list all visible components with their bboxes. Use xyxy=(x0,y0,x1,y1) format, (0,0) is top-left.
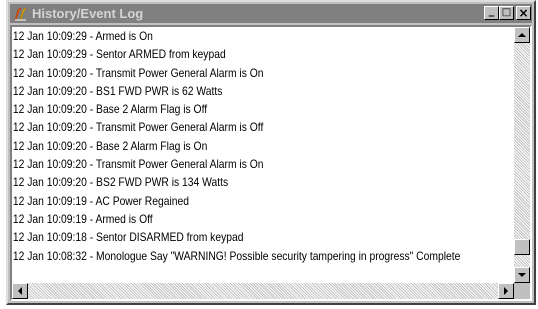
log-entry[interactable]: 12 Jan 10:09:20 - BS2 FWD PWR is 134 Wat… xyxy=(12,173,444,191)
minimize-icon: _ xyxy=(488,3,495,17)
log-entry[interactable]: 12 Jan 10:09:20 - Transmit Power General… xyxy=(12,64,444,82)
arrow-right-icon xyxy=(504,287,508,295)
vertical-scroll-thumb[interactable] xyxy=(514,239,530,255)
pen-tool-icon xyxy=(12,6,28,22)
window-title: History/Event Log xyxy=(32,6,144,21)
log-entry[interactable]: 12 Jan 10:08:32 - Monologue Say "WARNING… xyxy=(12,247,460,265)
scroll-up-button[interactable] xyxy=(514,27,530,43)
minimize-button[interactable]: _ xyxy=(484,3,499,20)
title-bar[interactable]: History/Event Log _ □ × xyxy=(10,4,532,23)
log-entry[interactable]: 12 Jan 10:09:20 - Transmit Power General… xyxy=(12,118,444,136)
horizontal-scrollbar[interactable] xyxy=(12,283,514,299)
event-log-list[interactable]: 12 Jan 10:09:29 - Armed is On 12 Jan 10:0… xyxy=(12,27,514,283)
close-icon: × xyxy=(518,6,529,20)
scroll-left-button[interactable] xyxy=(12,283,28,299)
scroll-down-button[interactable] xyxy=(514,267,530,283)
maximize-button[interactable]: □ xyxy=(499,6,514,20)
vertical-scrollbar[interactable] xyxy=(514,27,530,283)
maximize-icon: □ xyxy=(501,7,512,18)
log-entry[interactable]: 12 Jan 10:09:20 - Base 2 Alarm Flag is O… xyxy=(12,100,444,118)
arrow-down-icon xyxy=(518,273,526,277)
log-client-area: 12 Jan 10:09:29 - Armed is On 12 Jan 10:0… xyxy=(10,25,532,301)
log-entry[interactable]: 12 Jan 10:09:29 - Sentor ARMED from keyp… xyxy=(12,45,444,63)
scroll-right-button[interactable] xyxy=(498,283,514,299)
log-entry[interactable]: 12 Jan 10:09:29 - Armed is On xyxy=(12,27,444,45)
log-entry[interactable]: 12 Jan 10:09:18 - Sentor DISARMED from k… xyxy=(12,228,444,246)
log-entry[interactable]: 12 Jan 10:09:20 - BS1 FWD PWR is 62 Watt… xyxy=(12,82,444,100)
log-entry[interactable]: 12 Jan 10:09:19 - AC Power Regained xyxy=(12,192,444,210)
window-controls: _ □ × xyxy=(484,3,531,20)
event-log-window: History/Event Log _ □ × 12 Jan 10:09:29 … xyxy=(6,0,536,305)
log-entry[interactable]: 12 Jan 10:09:20 - Base 2 Alarm Flag is O… xyxy=(12,137,444,155)
log-entry[interactable]: 12 Jan 10:09:19 - Armed is Off xyxy=(12,210,444,228)
arrow-left-icon xyxy=(18,287,22,295)
arrow-up-icon xyxy=(518,33,526,37)
scrollbar-corner xyxy=(514,283,530,299)
log-entry[interactable]: 12 Jan 10:09:20 - Transmit Power General… xyxy=(12,155,444,173)
close-button[interactable]: × xyxy=(516,6,531,20)
